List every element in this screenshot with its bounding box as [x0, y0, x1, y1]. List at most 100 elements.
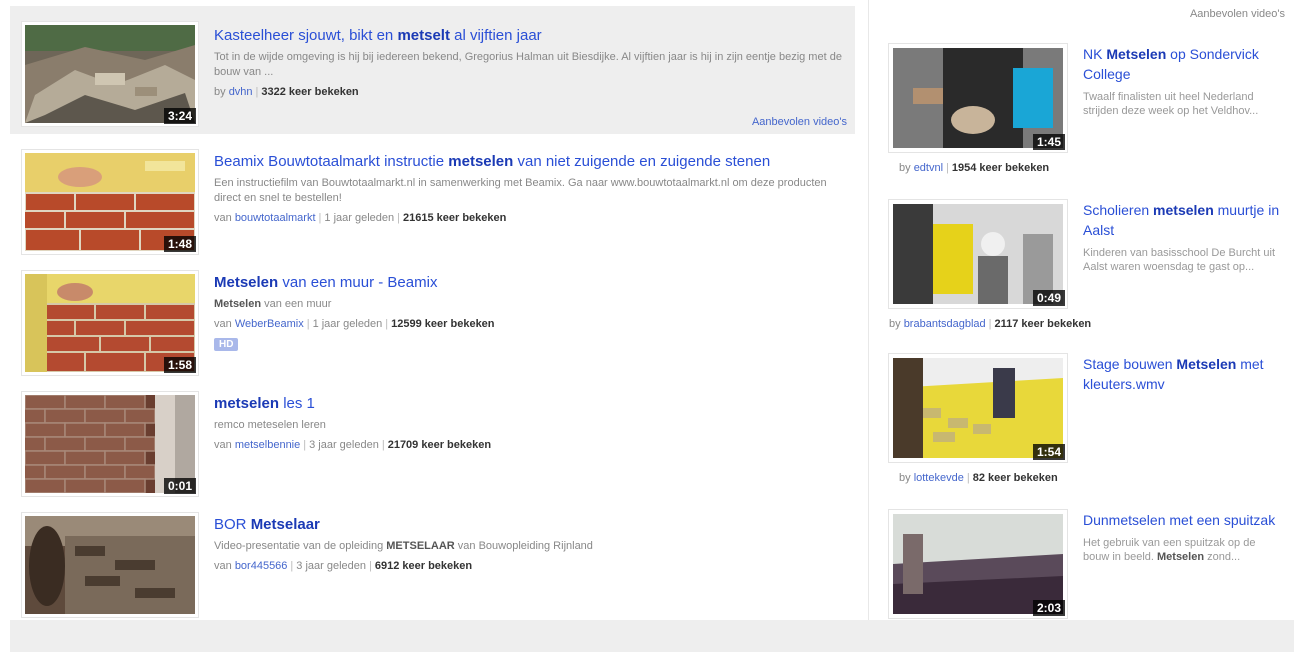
- video-thumbnail[interactable]: [893, 514, 1063, 614]
- desc-text: van een muur: [261, 298, 332, 310]
- video-thumbnail[interactable]: [25, 516, 195, 614]
- video-thumbnail-wrap[interactable]: 1:54: [889, 354, 1067, 462]
- video-thumbnail-wrap[interactable]: 1:58: [22, 271, 198, 375]
- video-info: metselen les 1 remco meteselen leren van…: [214, 394, 849, 451]
- title-highlight: metselt: [397, 27, 450, 44]
- by-label: van: [214, 212, 232, 224]
- video-title-link[interactable]: NK Metselen op Sondervick College: [1083, 44, 1283, 84]
- video-meta: van WeberBeamix | 1 jaar geleden | 12599 kee…: [214, 318, 849, 330]
- title-text: Kasteelheer sjouwt, bikt en: [214, 27, 398, 44]
- title-text: les 1: [279, 395, 315, 412]
- video-title-link[interactable]: Scholieren metselen muurtje in Aalst: [1083, 200, 1283, 240]
- video-meta: by brabantsdagblad | 2117 keer bekeken: [889, 318, 1092, 330]
- video-thumbnail-wrap[interactable]: 0:01: [22, 392, 198, 496]
- video-duration: 3:24: [163, 108, 196, 124]
- channel-link[interactable]: edtvnl: [914, 162, 943, 174]
- channel-link[interactable]: bor445566: [235, 560, 288, 572]
- channel-link[interactable]: brabantsdagblad: [904, 318, 986, 330]
- video-title-link[interactable]: Kasteelheer sjouwt, bikt en metselt al v…: [214, 26, 849, 46]
- video-meta: by dvhn | 3322 keer bekeken: [214, 86, 849, 98]
- video-info: NK Metselen op Sondervick College Twaalf…: [1083, 44, 1283, 118]
- view-count: 6912 keer bekeken: [374, 560, 473, 572]
- recommended-item: 2:03 Dunmetselen met een spuitzak Het ge…: [869, 510, 1289, 620]
- separator: |: [290, 560, 294, 572]
- hd-badge: HD: [214, 338, 239, 351]
- separator: |: [988, 318, 992, 330]
- separator: |: [397, 212, 400, 224]
- view-count: 2117 keer bekeken: [994, 318, 1092, 330]
- view-count: 3322 keer bekeken: [261, 86, 359, 98]
- video-duration: 1:48: [163, 236, 196, 252]
- video-title-link[interactable]: BOR Metselaar: [214, 515, 849, 535]
- featured-result: 3:24 Kasteelheer sjouwt, bikt en metselt…: [10, 6, 855, 134]
- desc-text: zond...: [1204, 551, 1241, 563]
- video-title-link[interactable]: Metselen van een muur - Beamix: [214, 273, 849, 293]
- video-info: BOR Metselaar Video-presentatie van de o…: [214, 515, 849, 572]
- title-highlight: metselen: [1153, 202, 1214, 218]
- desc-highlight: METSELAAR: [386, 540, 455, 552]
- video-meta: van bouwtotaalmarkt | 1 jaar geleden | 21615…: [214, 212, 849, 224]
- video-title-link[interactable]: Stage bouwen Metselen met kleuters.wmv: [1083, 354, 1283, 394]
- title-highlight: Metselen: [1176, 356, 1237, 372]
- video-thumbnail-wrap[interactable]: [22, 513, 198, 617]
- video-thumbnail-wrap[interactable]: 2:03: [889, 510, 1067, 618]
- search-result: 1:58 Metselen van een muur - Beamix Mets…: [10, 265, 855, 386]
- view-count: 82 keer bekeken: [972, 472, 1058, 484]
- video-info: Kasteelheer sjouwt, bikt en metselt al v…: [214, 26, 849, 98]
- channel-link[interactable]: metselbennie: [235, 439, 300, 451]
- channel-link[interactable]: dvhn: [229, 86, 253, 98]
- video-meta: van bor445566 | 3 jaar geleden | 6912 keer b…: [214, 560, 849, 572]
- video-thumbnail[interactable]: [893, 48, 1063, 148]
- title-text: Scholieren: [1083, 202, 1154, 218]
- video-description: Tot in de wijde omgeving is hij bij iede…: [214, 51, 842, 78]
- video-meta: van metselbennie | 3 jaar geleden | 21709 ke…: [214, 439, 849, 451]
- by-label: van: [214, 560, 232, 572]
- upload-age: 3 jaar geleden: [309, 439, 379, 451]
- by-label: van: [214, 439, 232, 451]
- video-thumbnail[interactable]: [893, 358, 1063, 458]
- view-count: 12599 keer bekeken: [391, 318, 495, 330]
- separator: |: [318, 212, 322, 224]
- by-label: by: [214, 86, 226, 98]
- title-highlight: Metselen: [214, 274, 279, 291]
- title-text: Beamix Bouwtotaalmarkt instructie: [214, 153, 449, 170]
- video-description: remco meteselen leren: [214, 419, 326, 431]
- recommended-item: 0:49 Scholieren metselen muurtje in Aals…: [869, 200, 1289, 356]
- title-text: Stage bouwen: [1083, 356, 1177, 372]
- recommended-sidebar: Aanbevolen video's 1:45 NK Metselen op S…: [868, 0, 1293, 620]
- separator: |: [385, 318, 389, 330]
- video-duration: 1:54: [1032, 444, 1065, 460]
- video-info: Beamix Bouwtotaalmarkt instructie metsel…: [214, 152, 849, 224]
- channel-link[interactable]: WeberBeamix: [235, 318, 304, 330]
- video-thumbnail-wrap[interactable]: 1:45: [889, 44, 1067, 152]
- video-description: Twaalf finalisten uit heel Nederland str…: [1083, 91, 1259, 117]
- video-duration: 0:01: [163, 478, 196, 494]
- upload-age: 1 jaar geleden: [324, 212, 395, 224]
- video-duration: 1:45: [1032, 134, 1065, 150]
- video-thumbnail[interactable]: [893, 204, 1063, 304]
- desc-text: Video-presentatie van de opleiding: [214, 540, 387, 552]
- recommended-item: 1:54 Stage bouwen Metselen met kleuters.…: [869, 354, 1289, 510]
- video-duration: 2:03: [1032, 600, 1065, 616]
- recommended-videos-link[interactable]: Aanbevolen video's: [752, 116, 847, 128]
- separator: |: [946, 162, 949, 174]
- title-highlight: Metselen: [1106, 46, 1167, 62]
- video-thumbnail-wrap[interactable]: 0:49: [889, 200, 1067, 308]
- video-thumbnail-wrap[interactable]: 1:48: [22, 150, 198, 254]
- desc-highlight: Metselen: [1157, 551, 1205, 563]
- video-title-link[interactable]: Dunmetselen met een spuitzak: [1083, 510, 1283, 530]
- video-info: Stage bouwen Metselen met kleuters.wmv: [1083, 354, 1283, 400]
- video-duration: 1:58: [163, 357, 196, 373]
- video-title-link[interactable]: Beamix Bouwtotaalmarkt instructie metsel…: [214, 152, 849, 172]
- title-text: Dunmetselen met een spuitzak: [1083, 512, 1276, 528]
- video-title-link[interactable]: metselen les 1: [214, 394, 849, 414]
- search-result: 0:01 metselen les 1 remco meteselen lere…: [10, 386, 855, 507]
- channel-link[interactable]: lottekevde: [914, 472, 964, 484]
- separator: |: [303, 439, 307, 451]
- video-thumbnail-wrap[interactable]: 3:24: [22, 22, 198, 126]
- video-description: Video-presentatie van de opleiding METSE…: [214, 539, 849, 554]
- title-text: NK: [1083, 46, 1107, 62]
- video-description: Het gebruik van een spuitzak op de bouw …: [1083, 536, 1283, 564]
- channel-link[interactable]: bouwtotaalmarkt: [235, 212, 316, 224]
- title-text: van een muur - Beamix: [278, 274, 438, 291]
